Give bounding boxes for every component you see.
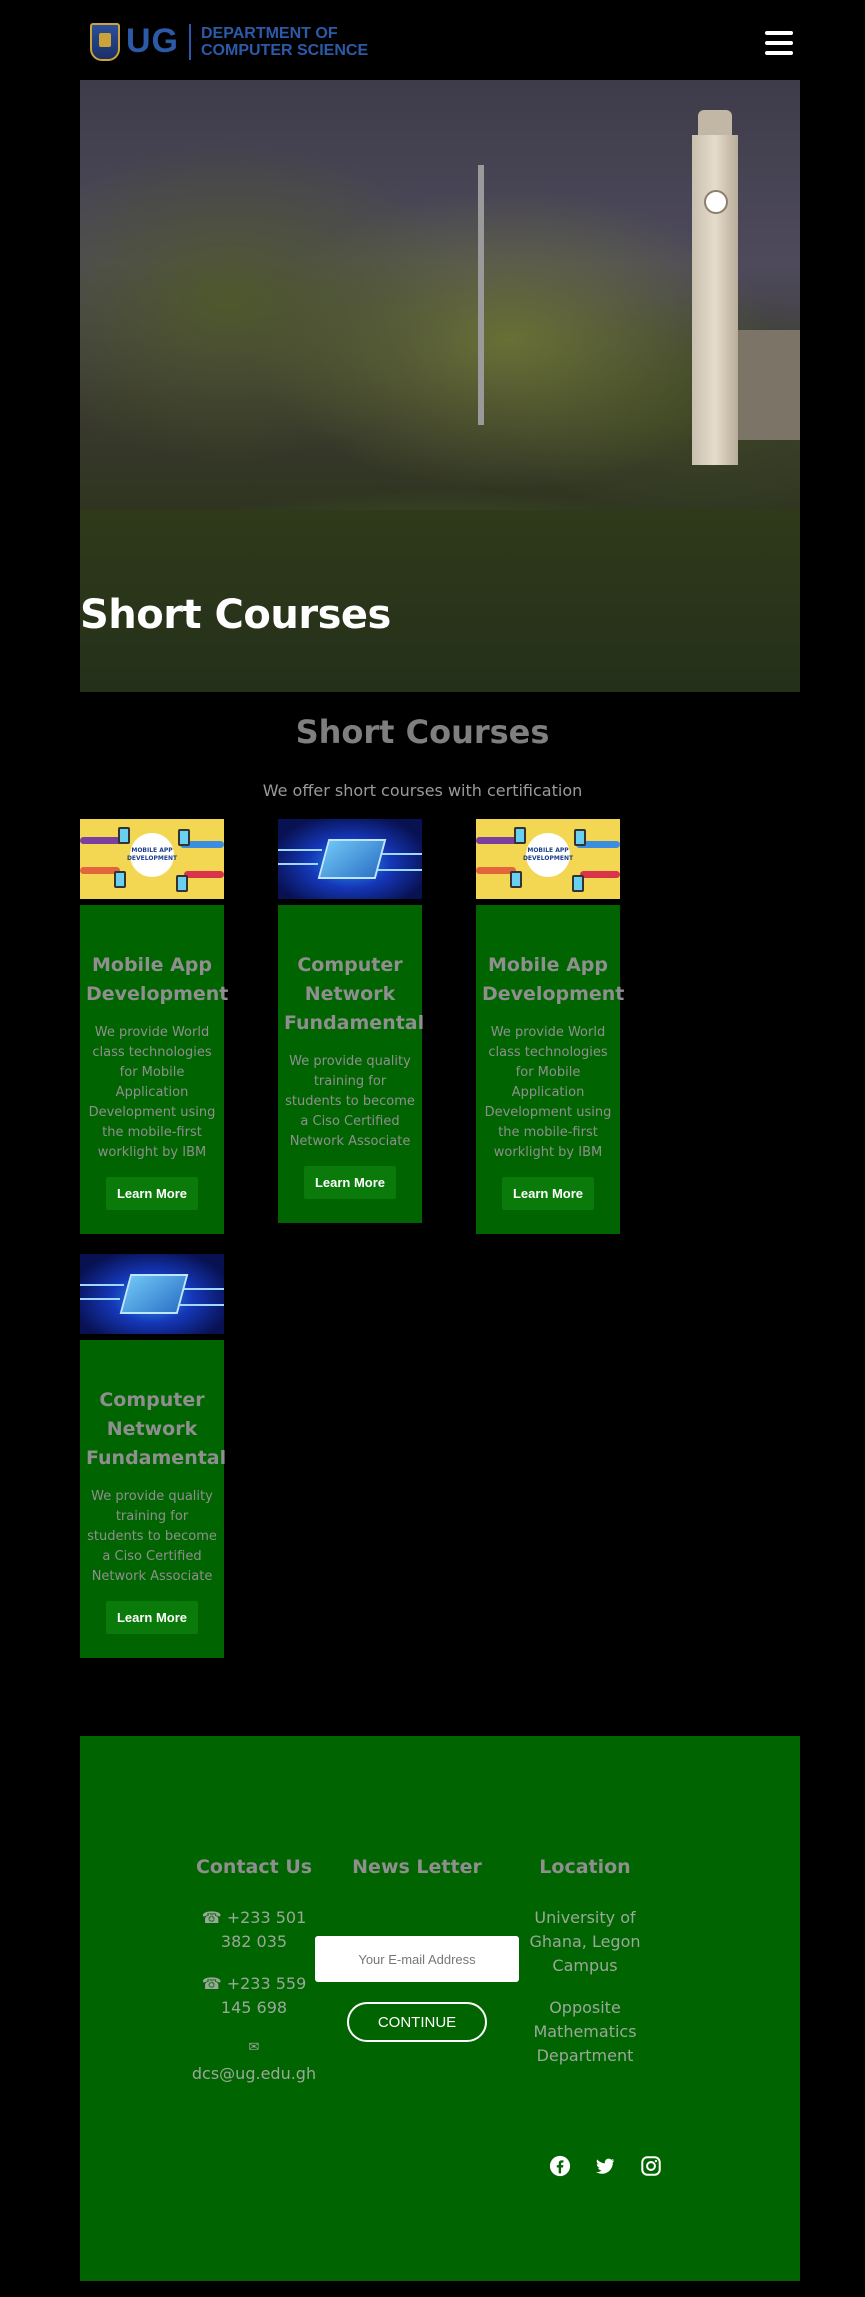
phone-number-1: ☎ +233 501 382 035 — [201, 1908, 307, 1951]
site-header: UG DEPARTMENT OF COMPUTER SCIENCE — [0, 0, 865, 80]
hero-banner: Short Courses — [80, 80, 800, 692]
logo-dept-line1: DEPARTMENT OF — [201, 24, 338, 42]
course-description: We provide quality training for students… — [285, 1054, 415, 1149]
learn-more-button[interactable]: Learn More — [501, 1177, 595, 1210]
contact-email[interactable]: dcs@ug.edu.gh — [184, 2062, 324, 2086]
course-card-body: Mobile App Development We provide World … — [80, 905, 229, 1234]
contact-title: Contact Us — [195, 1856, 313, 1878]
phone-number-2: ☎ +233 559 145 698 — [201, 1974, 307, 2017]
mobile-app-development-image: MOBILE APP DEVELOPMENT — [80, 819, 224, 899]
learn-more-button[interactable]: Learn More — [105, 1177, 199, 1210]
continue-button[interactable]: CONTINUE — [347, 2002, 487, 2042]
contact-column: Contact Us ☎ +233 501 382 035 ☎ +233 559… — [184, 1856, 324, 2086]
course-card: MOBILE APP DEVELOPMENT Mobile App Develo… — [476, 819, 625, 1234]
hamburger-menu-icon[interactable] — [765, 31, 793, 55]
course-description: We provide World class technologies for … — [88, 1025, 216, 1160]
hero-title: Short Courses — [80, 592, 391, 638]
course-card: Computer Network Fundamental We provide … — [80, 1254, 227, 1658]
location-title: Location — [539, 1856, 631, 1878]
location-line-1: University of Ghana, Legon Campus — [529, 1908, 641, 1975]
site-footer: Contact Us ☎ +233 501 382 035 ☎ +233 559… — [80, 1736, 800, 2281]
circuit-chip-image — [80, 1254, 224, 1334]
section-subtitle: We offer short courses with certificatio… — [262, 781, 583, 800]
newsletter-email-input[interactable] — [315, 1936, 519, 1982]
ug-logo[interactable]: UG DEPARTMENT OF COMPUTER SCIENCE — [90, 22, 368, 61]
course-title: Mobile App Development — [482, 954, 625, 1005]
course-card: MOBILE APP DEVELOPMENT Mobile App Develo… — [80, 819, 229, 1234]
logo-department: DEPARTMENT OF COMPUTER SCIENCE — [201, 25, 368, 59]
course-description: We provide World class technologies for … — [484, 1025, 612, 1160]
twitter-icon[interactable] — [594, 2155, 616, 2177]
email-icon: ✉ — [248, 2040, 260, 2055]
logo-dept-line2: COMPUTER SCIENCE — [201, 41, 369, 59]
learn-more-button[interactable]: Learn More — [105, 1601, 199, 1634]
newsletter-column: News Letter — [337, 1856, 497, 1878]
logo-ug-text: UG — [126, 22, 179, 60]
course-card-body: Mobile App Development We provide World … — [476, 905, 625, 1234]
hero-clock-shape — [704, 190, 728, 214]
course-card: Computer Network Fundamental We provide … — [278, 819, 425, 1223]
circuit-chip-image — [278, 819, 422, 899]
hero-mast-shape — [478, 165, 484, 425]
mobile-app-development-image: MOBILE APP DEVELOPMENT — [476, 819, 620, 899]
hero-clock-tower-shape — [692, 135, 738, 465]
course-card-body: Computer Network Fundamental We provide … — [80, 1340, 227, 1658]
course-title: Computer Network Fundamental — [86, 1389, 227, 1469]
instagram-icon[interactable] — [640, 2155, 662, 2177]
logo-divider — [189, 23, 191, 60]
facebook-icon[interactable] — [549, 2155, 571, 2177]
course-description: We provide quality training for students… — [87, 1489, 217, 1584]
learn-more-button[interactable]: Learn More — [303, 1166, 397, 1199]
section-title: Short Courses — [295, 713, 550, 751]
image-caption: MOBILE APP DEVELOPMENT — [127, 833, 177, 877]
course-card-body: Computer Network Fundamental We provide … — [278, 905, 425, 1223]
image-caption: MOBILE APP DEVELOPMENT — [523, 833, 573, 877]
newsletter-title: News Letter — [352, 1856, 482, 1878]
course-title: Computer Network Fundamental — [284, 954, 425, 1034]
location-line-2: Opposite Mathematics Department — [533, 1998, 637, 2065]
location-column: Location University of Ghana, Legon Camp… — [520, 1856, 650, 2068]
crest-icon — [90, 22, 120, 61]
course-title: Mobile App Development — [86, 954, 229, 1005]
